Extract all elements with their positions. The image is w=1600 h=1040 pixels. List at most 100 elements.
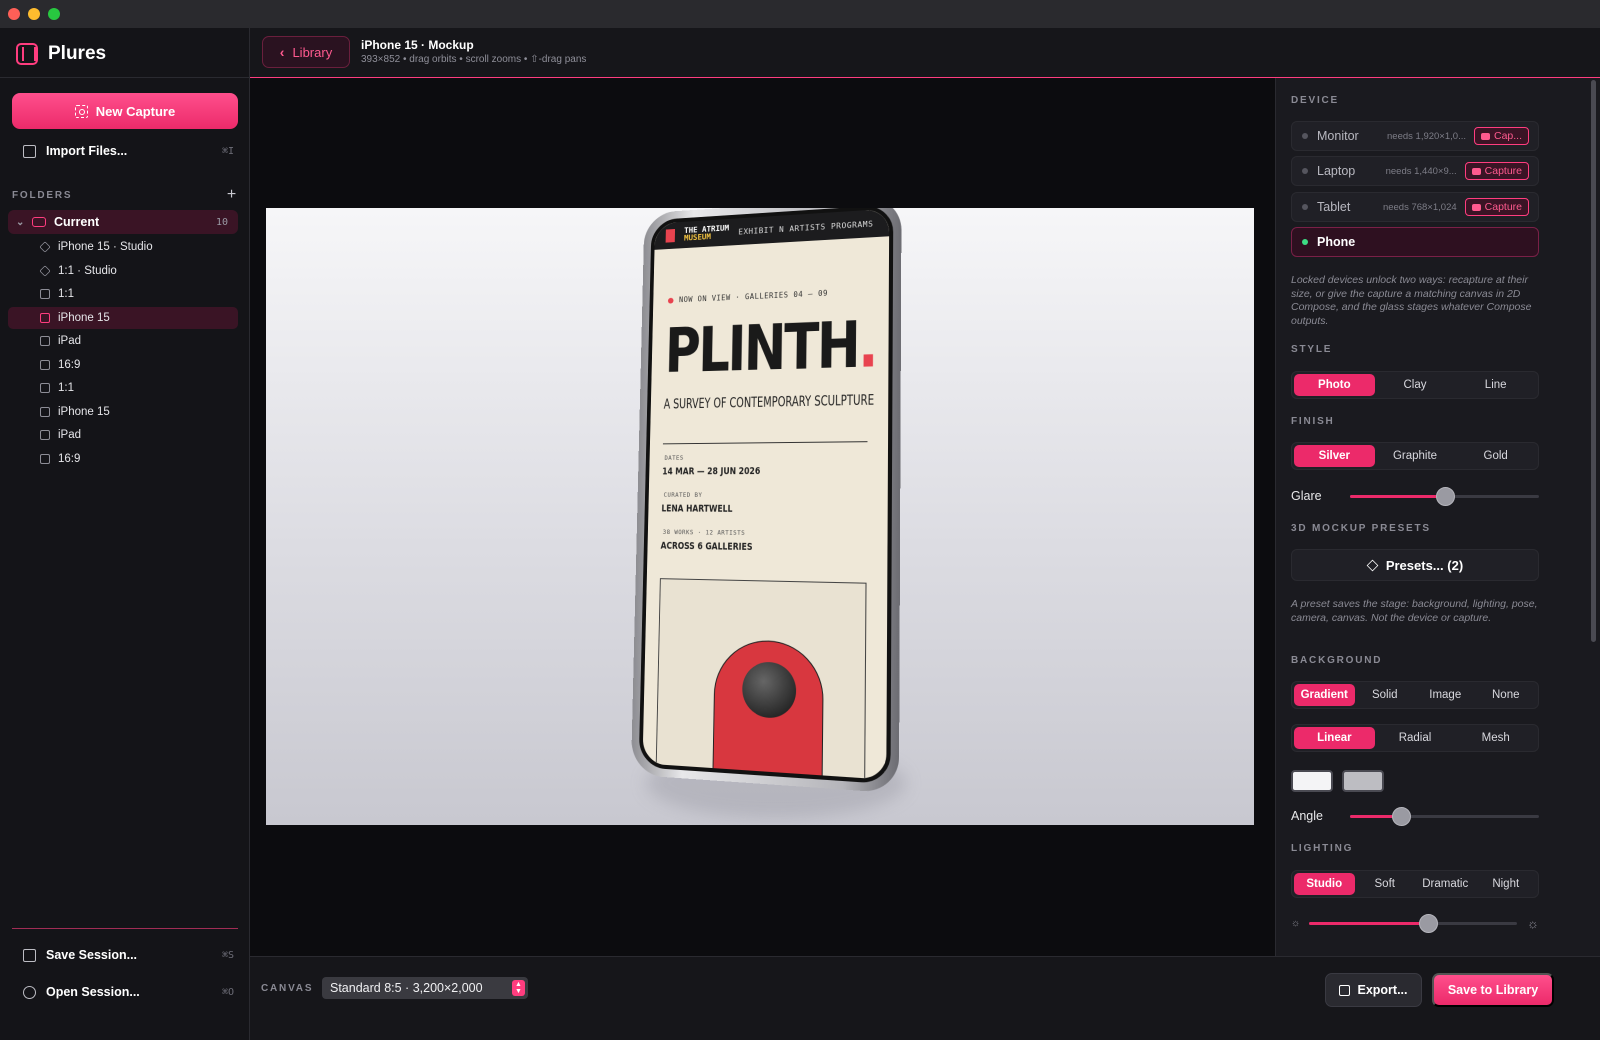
library-back-button[interactable]: ‹ Library [262, 36, 350, 68]
angle-slider[interactable] [1350, 806, 1539, 826]
finish-option-graphite[interactable]: Graphite [1375, 445, 1456, 467]
slider-thumb[interactable] [1392, 806, 1412, 826]
divider [662, 441, 868, 445]
list-item[interactable]: 1:1 [8, 283, 238, 305]
list-item[interactable]: 16:9 [8, 354, 238, 376]
open-session-button[interactable]: Open Session... ⌘O [16, 981, 234, 1003]
capture-icon [40, 336, 50, 346]
phone-mockup[interactable]: THE ATRIUM MUSEUM EXHIBIT N ARTISTS PROGR… [630, 208, 902, 794]
export-button[interactable]: Export... [1325, 973, 1422, 1007]
preview-nav-links: EXHIBIT N ARTISTS PROGRAMS [738, 219, 874, 236]
capture-laptop-button[interactable]: Capture [1464, 162, 1529, 180]
status-dot [1302, 133, 1308, 139]
finish-section-header: FINISH [1291, 416, 1335, 427]
slider-thumb[interactable] [1418, 913, 1438, 933]
slider-fill [1350, 494, 1445, 498]
device-requirement: needs 1,440×9... [1385, 165, 1457, 177]
style-segmented-control: Photo Clay Line [1291, 371, 1539, 399]
background-option-image[interactable]: Image [1415, 684, 1476, 706]
bottom-bar: CANVAS Standard 8:5 · 3,200×2,000 ▲ ▼ Exp… [250, 956, 1600, 1040]
list-item[interactable]: iPhone 15 [8, 401, 238, 423]
list-item-label: iPhone 15 [58, 312, 110, 324]
brand: Plures [16, 42, 106, 66]
style-option-clay[interactable]: Clay [1375, 374, 1456, 396]
gradient-option-radial[interactable]: Radial [1375, 727, 1456, 749]
lighting-option-soft[interactable]: Soft [1355, 873, 1416, 895]
camera-icon [1471, 167, 1481, 175]
capture-icon [40, 313, 50, 323]
lighting-option-studio[interactable]: Studio [1294, 873, 1355, 895]
open-shortcut: ⌘O [221, 986, 234, 998]
zoom-window-button[interactable] [48, 8, 60, 20]
new-capture-button[interactable]: New Capture [12, 93, 238, 129]
device-phone[interactable]: Phone [1291, 227, 1539, 257]
list-item-selected[interactable]: iPhone 15 [8, 307, 238, 329]
sun-small-icon: ☼ [1291, 917, 1301, 929]
save-to-library-label: Save to Library [1447, 983, 1539, 997]
gradient-color-swatch-end[interactable] [1342, 770, 1384, 792]
export-label: Export... [1357, 983, 1408, 997]
history-icon [23, 985, 36, 999]
panel-scrollbar[interactable] [1591, 80, 1596, 642]
gradient-option-mesh[interactable]: Mesh [1455, 727, 1536, 749]
style-option-line[interactable]: Line [1455, 374, 1536, 396]
capture-tablet-button[interactable]: Capture [1464, 198, 1529, 216]
open-session-label: Open Session... [46, 985, 140, 999]
list-item-label: 1:1 [58, 288, 74, 300]
header: ‹ Library iPhone 15 · Mockup 393×852 • d… [250, 28, 1600, 78]
style-option-photo[interactable]: Photo [1294, 374, 1375, 396]
new-capture-label: New Capture [95, 103, 176, 119]
cube-icon [39, 241, 51, 253]
chevron-down-icon[interactable]: ⌄ [16, 217, 24, 228]
export-icon [1339, 984, 1351, 996]
list-item[interactable]: 1:1 · Studio [8, 260, 238, 282]
finish-option-silver[interactable]: Silver [1294, 445, 1375, 467]
close-window-button[interactable] [8, 8, 20, 20]
canvas-size-select[interactable]: Standard 8:5 · 3,200×2,000 ▲ ▼ [322, 977, 528, 999]
divider [0, 77, 250, 78]
save-to-library-button[interactable]: Save to Library [1432, 973, 1554, 1007]
gradient-option-linear[interactable]: Linear [1294, 727, 1375, 749]
folders-header: FOLDERS + [12, 186, 238, 204]
list-item[interactable]: 16:9 [8, 448, 238, 470]
background-option-none[interactable]: None [1476, 684, 1537, 706]
save-shortcut: ⌘S [221, 949, 234, 961]
lighting-option-night[interactable]: Night [1476, 873, 1537, 895]
capture-icon [40, 360, 50, 370]
minimize-window-button[interactable] [28, 8, 40, 20]
capture-icon [40, 289, 50, 299]
list-item[interactable]: iPad [8, 330, 238, 352]
lighting-option-dramatic[interactable]: Dramatic [1415, 873, 1476, 895]
mockup-stage[interactable]: THE ATRIUM MUSEUM EXHIBIT N ARTISTS PROGR… [250, 78, 1275, 956]
import-files-label: Import Files... [46, 144, 128, 158]
background-option-solid[interactable]: Solid [1355, 684, 1416, 706]
save-session-button[interactable]: Save Session... ⌘S [16, 944, 234, 966]
import-icon [23, 144, 36, 158]
device-label: Monitor [1317, 129, 1359, 143]
add-folder-button[interactable]: + [227, 186, 238, 204]
angle-slider-row: Angle [1291, 806, 1541, 826]
slider-fill [1309, 921, 1428, 925]
list-item-label: iPhone 15 · Studio [58, 241, 153, 253]
presets-button[interactable]: Presets... (2) [1291, 549, 1539, 581]
list-item[interactable]: 1:1 [8, 377, 238, 399]
lighting-intensity-slider[interactable] [1309, 913, 1517, 933]
mockup-canvas[interactable]: THE ATRIUM MUSEUM EXHIBIT N ARTISTS PROGR… [266, 208, 1254, 825]
finish-option-gold[interactable]: Gold [1455, 445, 1536, 467]
slider-thumb[interactable] [1435, 486, 1455, 506]
sculpture-illustration [711, 638, 824, 785]
gradient-color-swatch-start[interactable] [1291, 770, 1333, 792]
inspector-panel: DEVICE Monitor needs 1,920×1,0... Cap...… [1275, 78, 1600, 956]
folder-current[interactable]: ⌄ Current 10 [8, 210, 238, 234]
list-item[interactable]: iPad [8, 424, 238, 446]
glare-slider[interactable] [1350, 486, 1539, 506]
import-files-button[interactable]: Import Files... ⌘I [16, 140, 234, 162]
preview-title-dot: . [858, 308, 877, 383]
preview-dates-value: 14 MAR — 28 JUN 2026 [662, 466, 761, 478]
list-item[interactable]: iPhone 15 · Studio [8, 236, 238, 258]
capture-monitor-button[interactable]: Cap... [1473, 127, 1529, 145]
preview-dates-label: DATES [664, 454, 684, 462]
list-item-label: iPhone 15 [58, 406, 110, 418]
lighting-segmented-control: Studio Soft Dramatic Night [1291, 870, 1539, 898]
background-option-gradient[interactable]: Gradient [1294, 684, 1355, 706]
